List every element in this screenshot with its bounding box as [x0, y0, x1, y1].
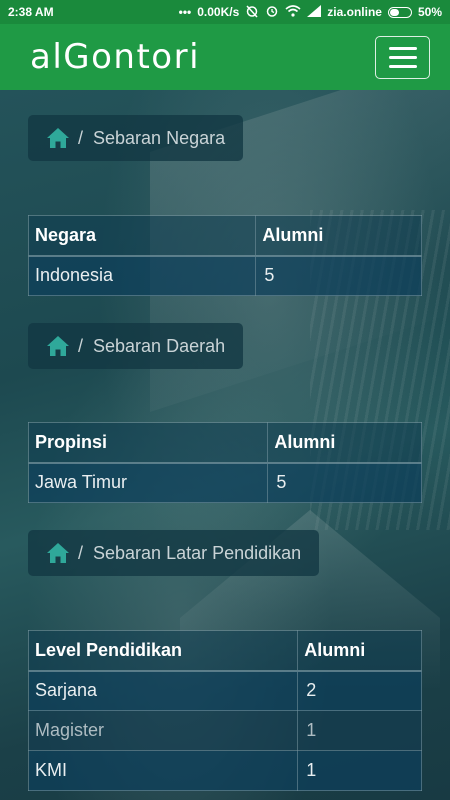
battery-icon	[387, 6, 412, 18]
cell-alumni: 1	[297, 750, 422, 791]
cell-alumni: 2	[297, 670, 422, 711]
status-icons: ••• 0.00K/s zia.online 50%	[179, 4, 442, 20]
alarm-off-icon	[245, 4, 259, 20]
cell-alumni: 5	[255, 255, 422, 296]
column-header-negara: Negara	[27, 215, 257, 257]
home-icon[interactable]	[46, 127, 70, 149]
hamburger-menu-icon[interactable]	[375, 35, 430, 79]
status-time: 2:38 AM	[8, 5, 54, 19]
menu-line	[388, 64, 417, 68]
home-icon[interactable]	[46, 335, 70, 357]
app-header: alGontori	[0, 24, 450, 90]
menu-line	[388, 55, 417, 59]
table-row: Indonesia 5	[27, 255, 422, 296]
breadcrumb-label: Sebaran Negara	[93, 127, 226, 148]
column-header-propinsi: Propinsi	[27, 422, 269, 464]
home-icon[interactable]	[46, 542, 70, 564]
table-propinsi: Propinsi Alumni Jawa Timur 5	[27, 422, 422, 503]
network-speed: 0.00K/s	[197, 5, 240, 19]
cell-level: KMI	[27, 750, 299, 791]
table-row: KMI 1	[27, 750, 422, 791]
table-negara: Negara Alumni Indonesia 5	[27, 215, 422, 296]
brand-logo[interactable]: alGontori	[30, 37, 200, 77]
cell-negara: Indonesia	[27, 255, 257, 296]
breadcrumb-separator: /	[78, 542, 84, 563]
status-bar: 2:38 AM ••• 0.00K/s zia.online 50%	[0, 0, 450, 24]
alarm-icon	[265, 4, 279, 20]
table-header-row: Level Pendidikan Alumni	[27, 630, 422, 672]
column-header-alumni: Alumni	[297, 630, 422, 672]
battery-level-fill	[389, 8, 400, 16]
breadcrumb-separator: /	[78, 127, 84, 148]
more-dots-icon: •••	[178, 5, 192, 19]
breadcrumb-sebaran-negara: / Sebaran Negara	[28, 115, 244, 161]
column-header-alumni: Alumni	[255, 215, 422, 257]
cell-alumni: 5	[267, 462, 422, 503]
cell-level: Sarjana	[27, 670, 299, 711]
cell-level: Magister	[27, 710, 299, 751]
table-row: Jawa Timur 5	[27, 462, 422, 503]
breadcrumb-sebaran-daerah: / Sebaran Daerah	[28, 323, 244, 369]
table-row: Sarjana 2	[27, 670, 422, 711]
table-header-row: Propinsi Alumni	[27, 422, 422, 464]
cell-alumni: 1	[297, 710, 422, 751]
table-level-pendidikan: Level Pendidikan Alumni Sarjana 2 Magist…	[27, 630, 422, 791]
breadcrumb-separator: /	[78, 335, 84, 356]
breadcrumb-label: Sebaran Latar Pendidikan	[93, 542, 302, 563]
breadcrumb-label: Sebaran Daerah	[93, 335, 226, 356]
menu-line	[388, 46, 417, 50]
table-row: Magister 1	[27, 710, 422, 751]
carrier-name: zia.online	[327, 5, 382, 19]
column-header-level-pendidikan: Level Pendidikan	[27, 630, 299, 672]
cell-propinsi: Jawa Timur	[27, 462, 269, 503]
breadcrumb-sebaran-latar-pendidikan: / Sebaran Latar Pendidikan	[28, 530, 320, 576]
signal-icon	[307, 5, 322, 19]
wifi-icon	[285, 5, 301, 19]
table-header-row: Negara Alumni	[27, 215, 422, 257]
column-header-alumni: Alumni	[267, 422, 422, 464]
battery-percent: 50%	[417, 5, 442, 19]
